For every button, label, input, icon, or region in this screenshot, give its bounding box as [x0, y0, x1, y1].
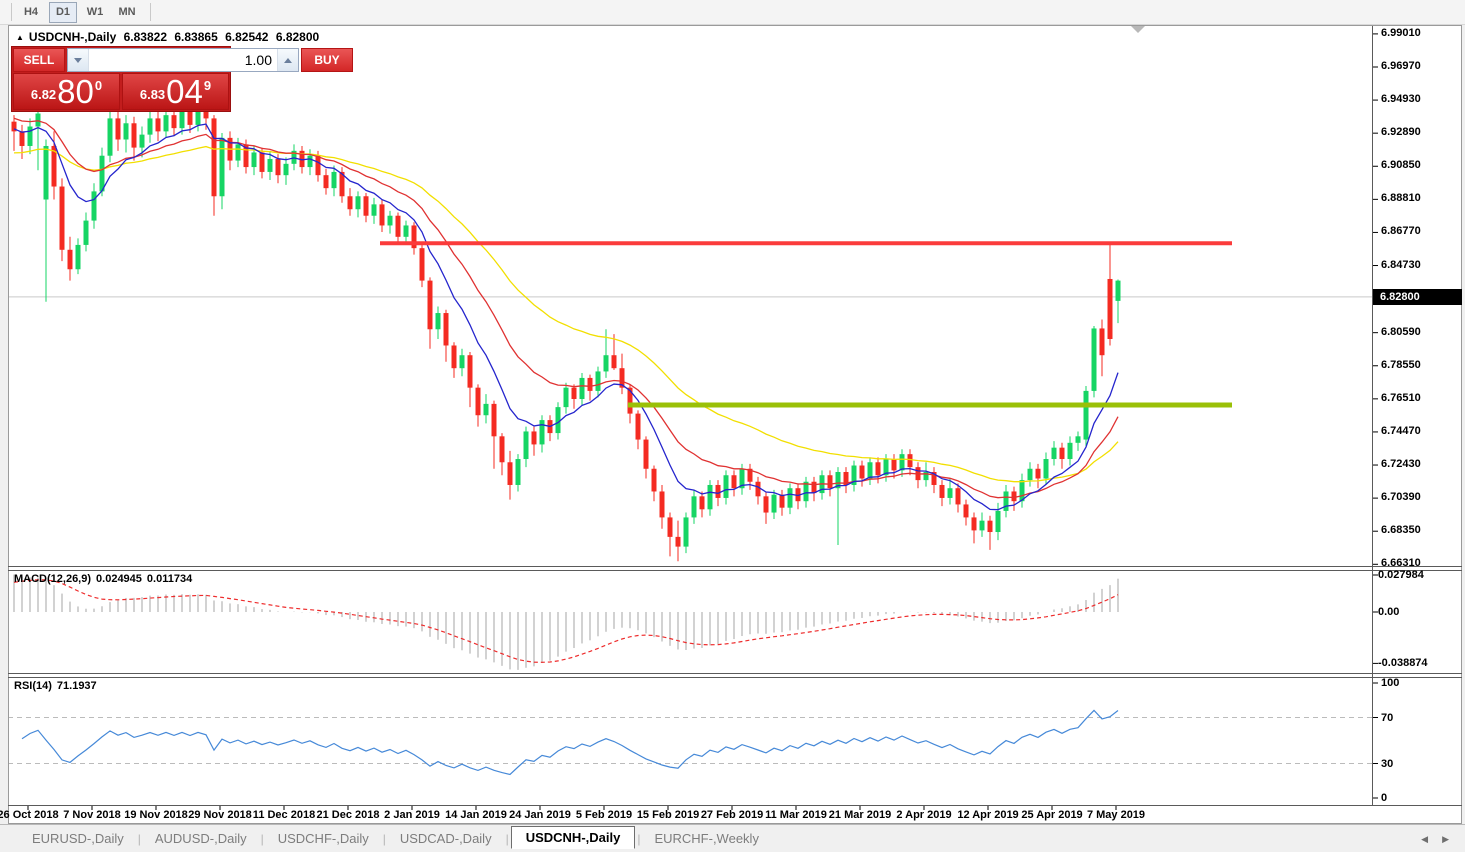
- rsi-value: 71.1937: [57, 680, 97, 692]
- ohlc-low: 6.82542: [225, 30, 268, 44]
- volume-control: [67, 48, 299, 72]
- chart-canvas[interactable]: [0, 0, 1465, 852]
- chart-tab-usdchf-daily[interactable]: USDCHF-,Daily: [266, 827, 381, 850]
- sell-price-big: 80: [57, 75, 94, 108]
- sell-price-sup: 0: [95, 78, 102, 93]
- chart-tab-eurchf-weekly[interactable]: EURCHF-,Weekly: [642, 827, 771, 850]
- tab-divider: |: [138, 832, 141, 846]
- chart-tab-usdcnh-daily[interactable]: USDCNH-,Daily: [511, 826, 636, 849]
- tab-divider: |: [261, 832, 264, 846]
- ohlc-high: 6.83865: [174, 30, 217, 44]
- ohlc-open: 6.83822: [124, 30, 167, 44]
- scroll-to-end-marker-icon[interactable]: [1131, 26, 1145, 33]
- chart-tabs: EURUSD-,Daily|AUDUSD-,Daily|USDCHF-,Dail…: [20, 827, 771, 850]
- buy-price-sup: 9: [204, 78, 211, 93]
- buy-button[interactable]: BUY: [301, 48, 353, 72]
- chart-title: ▲ USDCNH-,Daily 6.83822 6.83865 6.82542 6…: [16, 30, 323, 44]
- macd-value-main: 0.024945: [96, 573, 142, 585]
- rsi-label: RSI(14)71.1937: [14, 680, 102, 692]
- sell-price-small: 6.82: [31, 87, 56, 102]
- chart-symbol: USDCNH-,Daily: [29, 30, 116, 44]
- volume-decrease-button[interactable]: [68, 49, 88, 71]
- one-click-trade-widget: SELL BUY 6.82 80 0 6.83 04 9: [11, 46, 231, 112]
- volume-input[interactable]: [88, 49, 278, 71]
- tab-divider: |: [383, 832, 386, 846]
- sell-button[interactable]: SELL: [13, 48, 65, 72]
- chart-tab-usdcad-daily[interactable]: USDCAD-,Daily: [388, 827, 504, 850]
- sell-price-button[interactable]: 6.82 80 0: [13, 73, 120, 110]
- tab-divider: |: [637, 832, 640, 846]
- buy-price-button[interactable]: 6.83 04 9: [122, 73, 229, 110]
- chart-tab-bar: EURUSD-,Daily|AUDUSD-,Daily|USDCHF-,Dail…: [0, 824, 1465, 852]
- spinner-up-icon: [284, 58, 292, 63]
- buy-price-big: 04: [166, 75, 203, 108]
- current-price-badge: 6.82800: [1373, 289, 1462, 305]
- tab-scroll-arrows: ◀ ▶: [1421, 833, 1449, 845]
- tab-divider: |: [506, 832, 509, 846]
- trading-app-window: H4D1W1MN 6.990106.969706.949306.928906.9…: [0, 0, 1465, 852]
- tab-scroll-right-button[interactable]: ▶: [1442, 833, 1449, 845]
- ohlc-close: 6.82800: [276, 30, 319, 44]
- volume-increase-button[interactable]: [278, 49, 298, 71]
- buy-price-small: 6.83: [140, 87, 165, 102]
- chart-tab-audusd-daily[interactable]: AUDUSD-,Daily: [143, 827, 259, 850]
- macd-value-signal: 0.011734: [147, 573, 192, 585]
- tab-scroll-left-button[interactable]: ◀: [1421, 833, 1428, 845]
- chart-tab-eurusd-daily[interactable]: EURUSD-,Daily: [20, 827, 136, 850]
- macd-label: MACD(12,26,9)0.0249450.011734: [14, 573, 197, 585]
- collapse-triangle-icon[interactable]: ▲: [16, 33, 24, 42]
- spinner-down-icon: [74, 58, 82, 63]
